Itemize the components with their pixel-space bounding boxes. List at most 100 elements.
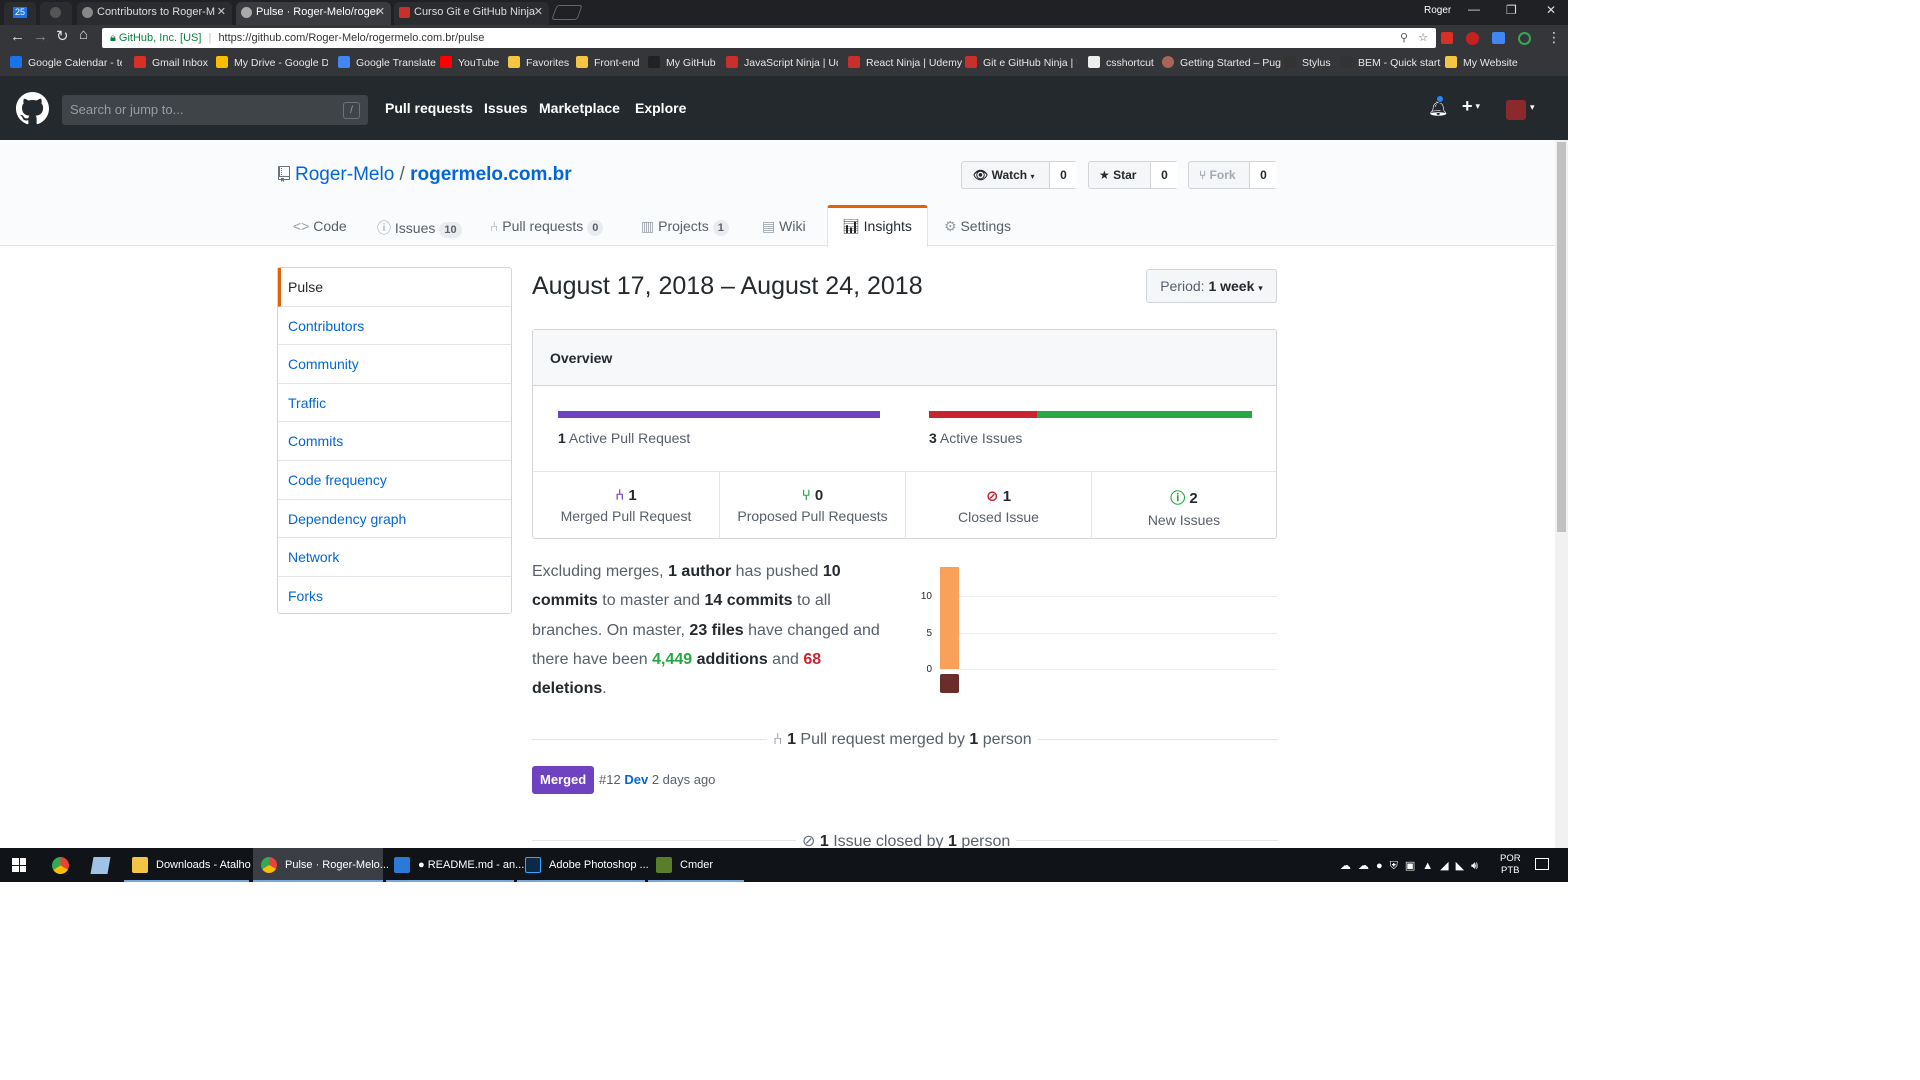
- tab-pull-requests[interactable]: ⑃ Pull requests 0: [490, 218, 604, 236]
- watch-count[interactable]: 0: [1049, 162, 1077, 188]
- search-input[interactable]: Search or jump to... /: [62, 95, 368, 125]
- bookmark-item[interactable]: BEM - Quick start: [1340, 51, 1440, 76]
- restore-icon[interactable]: ❐: [1506, 3, 1517, 17]
- gmail-extension-icon[interactable]: [1441, 32, 1453, 44]
- notification-bell-icon[interactable]: 🔔︎: [1428, 95, 1448, 118]
- nav-pull-requests[interactable]: Pull requests: [385, 100, 473, 116]
- browser-tab-pulse[interactable]: Pulse · Roger-Melo/roger ✕: [236, 2, 391, 25]
- bookmark-item[interactable]: My GitHub: [648, 51, 716, 76]
- close-icon[interactable]: ✕: [534, 2, 543, 22]
- bookmark-folder[interactable]: My Website: [1445, 51, 1518, 76]
- bookmark-item[interactable]: Google Calendar - te: [10, 51, 122, 76]
- back-arrow-icon[interactable]: ←: [10, 28, 25, 45]
- chrome-icon[interactable]: [52, 857, 69, 874]
- period-dropdown[interactable]: Period: 1 week ▾: [1146, 269, 1277, 303]
- reload-icon[interactable]: ↻: [56, 27, 69, 45]
- forward-arrow-icon[interactable]: →: [33, 28, 48, 45]
- bookmark-item[interactable]: Getting Started – Pug: [1162, 51, 1281, 76]
- stat-proposed-pull-requests[interactable]: ⑂ 0 Proposed Pull Requests: [719, 471, 905, 539]
- bookmark-folder[interactable]: Front-end: [576, 51, 640, 76]
- close-icon[interactable]: ✕: [376, 2, 385, 22]
- stat-closed-issue[interactable]: ⊘ 1 Closed Issue: [905, 471, 1091, 539]
- authors-link[interactable]: 1 author: [668, 563, 731, 580]
- sidebar-item-code-frequency[interactable]: Code frequency: [278, 461, 511, 500]
- extension-icon[interactable]: [1518, 32, 1531, 45]
- bookmark-item[interactable]: YouTube: [440, 51, 499, 76]
- sidebar-item-commits[interactable]: Commits: [278, 422, 511, 461]
- repo-owner-link[interactable]: Roger-Melo: [295, 164, 394, 185]
- bookmark-item[interactable]: Gmail Inbox: [134, 51, 208, 76]
- active-pull-requests[interactable]: 1 Active Pull Request: [558, 430, 690, 446]
- taskbar-item-photoshop[interactable]: Adobe Photoshop ...: [517, 848, 649, 882]
- create-new-plus-icon[interactable]: + ▾: [1462, 96, 1480, 117]
- tab-wiki[interactable]: ▤ Wiki: [762, 218, 806, 235]
- close-window-icon[interactable]: ✕: [1546, 3, 1556, 17]
- browser-tab-github[interactable]: [40, 2, 72, 25]
- tab-code[interactable]: <> Code: [293, 218, 347, 234]
- input-language-indicator[interactable]: POR PTB: [1500, 853, 1521, 877]
- repo-name-link[interactable]: rogermelo.com.br: [410, 164, 572, 185]
- contributor-avatar[interactable]: [940, 674, 959, 693]
- bookmark-item[interactable]: React Ninja | Udemy: [848, 51, 962, 76]
- tab-settings[interactable]: ⚙ Settings: [944, 218, 1011, 235]
- minimize-icon[interactable]: —: [1468, 2, 1480, 16]
- star-button[interactable]: ★ Star 0: [1088, 161, 1178, 189]
- stat-new-issues[interactable]: ⓘ 2 New Issues: [1091, 471, 1276, 539]
- address-bar[interactable]: 🔒︎ GitHub, Inc. [US] | https://github.co…: [102, 28, 1436, 48]
- watch-button[interactable]: 👁︎ Watch ▾ 0: [961, 161, 1077, 189]
- taskbar-item-cmder[interactable]: Cmder: [648, 848, 744, 882]
- chart-bar-commits[interactable]: [940, 566, 959, 669]
- fork-button[interactable]: ⑂ Fork 0: [1188, 161, 1277, 189]
- scrollbar-thumb[interactable]: [1557, 142, 1566, 532]
- sidebar-item-dependency-graph[interactable]: Dependency graph: [278, 500, 511, 539]
- star-count[interactable]: 0: [1150, 162, 1178, 188]
- all-commits-link[interactable]: 14 commits: [705, 592, 793, 609]
- bookmark-item[interactable]: My Drive - Google D: [216, 51, 328, 76]
- home-icon[interactable]: ⌂: [79, 26, 88, 43]
- nav-issues[interactable]: Issues: [484, 100, 528, 116]
- sidebar-item-contributors[interactable]: Contributors: [278, 307, 511, 346]
- github-logo-icon[interactable]: [16, 92, 49, 125]
- bookmark-item[interactable]: JavaScript Ninja | Ud: [726, 51, 838, 76]
- browser-tab-contributors[interactable]: Contributors to Roger-M ✕: [77, 2, 232, 25]
- bookmark-star-icon[interactable]: ☆: [1418, 28, 1428, 48]
- tab-insights[interactable]: 📊︎ Insights: [827, 205, 928, 247]
- profile-name[interactable]: Roger: [1424, 5, 1451, 16]
- taskbar-item-chrome[interactable]: Pulse · Roger-Melo...: [253, 848, 389, 882]
- system-tray-icons[interactable]: ☁☁●⛨▣▲◢◣🔊︎: [1340, 859, 1485, 873]
- sidebar-item-forks[interactable]: Forks: [278, 577, 511, 616]
- windows-start-icon[interactable]: [12, 858, 26, 872]
- action-center-icon[interactable]: [1535, 858, 1549, 870]
- active-issues[interactable]: 3 Active Issues: [929, 430, 1022, 446]
- close-icon[interactable]: ✕: [217, 2, 226, 22]
- sidebar-item-traffic[interactable]: Traffic: [278, 384, 511, 423]
- browser-tab-curso[interactable]: Curso Git e GitHub Ninja ✕: [394, 2, 549, 25]
- notepad-icon[interactable]: [90, 857, 111, 874]
- taskbar-item-downloads[interactable]: Downloads - Atalho: [124, 848, 251, 882]
- stat-merged-pull-request[interactable]: ⑃ 1 Merged Pull Request: [533, 471, 719, 539]
- new-tab-button[interactable]: [551, 5, 583, 20]
- nav-marketplace[interactable]: Marketplace: [539, 100, 620, 116]
- sidebar-item-pulse[interactable]: Pulse: [278, 268, 511, 307]
- page-scrollbar[interactable]: [1555, 140, 1568, 848]
- taskbar-item-vscode[interactable]: ● README.md - an...: [386, 848, 524, 882]
- avatar[interactable]: [1506, 100, 1526, 120]
- bookmark-folder[interactable]: Favorites: [508, 51, 569, 76]
- browser-tab-calendar[interactable]: 25: [4, 2, 36, 25]
- bookmark-item[interactable]: csshortcut: [1088, 51, 1154, 76]
- translate-extension-icon[interactable]: [1492, 32, 1505, 44]
- sidebar-item-community[interactable]: Community: [278, 345, 511, 384]
- menu-dots-icon[interactable]: ⋮: [1547, 29, 1561, 46]
- chevron-down-icon[interactable]: ▾: [1530, 102, 1535, 113]
- fork-count[interactable]: 0: [1249, 162, 1277, 188]
- pr-title-link[interactable]: Dev: [624, 772, 648, 787]
- sidebar-item-network[interactable]: Network: [278, 538, 511, 577]
- nav-explore[interactable]: Explore: [635, 100, 686, 116]
- tab-projects[interactable]: ▥ Projects 1: [641, 218, 729, 236]
- extension-icon[interactable]: [1466, 32, 1479, 45]
- bookmark-item[interactable]: Stylus: [1284, 51, 1331, 76]
- zoom-icon[interactable]: ⚲: [1400, 28, 1408, 48]
- tab-issues[interactable]: ⓘ Issues 10: [377, 218, 462, 238]
- bookmark-item[interactable]: Google Translate: [338, 51, 436, 76]
- bookmark-item[interactable]: Git e GitHub Ninja | U: [965, 51, 1077, 76]
